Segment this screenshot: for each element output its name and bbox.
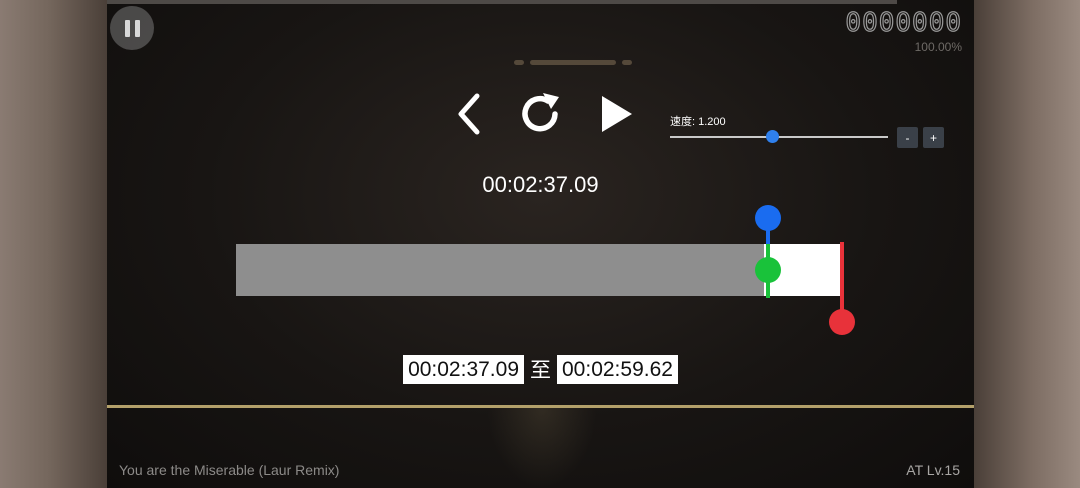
range-display: 00:02:37.09 至 00:02:59.62 [107,354,974,384]
speed-decrease-button[interactable]: - [897,127,918,148]
song-title: You are the Miserable (Laur Remix) [119,462,340,478]
pause-icon-bar [134,19,140,37]
restart-button[interactable] [512,88,568,140]
pause-icon [124,19,130,37]
range-end-time[interactable]: 00:02:59.62 [557,354,678,384]
blurred-background-left [0,0,107,488]
score-display: 0000000 [845,7,962,38]
handle-pill [514,60,524,65]
accuracy-display: 100.00% [914,40,962,54]
end-marker-handle[interactable] [828,309,855,335]
glow-decoration [487,408,597,488]
difficulty-level: AT Lv.15 [906,462,960,478]
start-marker-handle[interactable] [754,205,781,231]
blurred-background-right [974,0,1080,488]
speed-slider[interactable] [670,136,888,138]
timeline-bar[interactable] [236,244,843,296]
range-separator: 至 [530,359,551,382]
play-button[interactable] [593,88,639,140]
current-time: 00:02:37.09 [482,172,599,197]
song-progress-bar [107,0,897,4]
game-screen: 0000000 100.00% 速度: 1.200 - + 00:02:37.0… [107,0,974,488]
speed-slider-thumb[interactable] [765,130,779,143]
handle-pill [530,60,616,65]
speed-increase-button[interactable]: + [923,127,944,148]
chevron-left-icon [458,93,480,135]
playhead-handle[interactable] [754,257,781,283]
restart-icon [522,93,559,132]
range-start-time[interactable]: 00:02:37.09 [403,354,524,384]
back-button[interactable] [445,88,495,140]
pause-button[interactable] [110,6,154,50]
speed-label: 速度: 1.200 [670,116,726,128]
drag-handle[interactable] [514,60,632,65]
play-icon [602,96,632,132]
handle-pill [622,60,632,65]
